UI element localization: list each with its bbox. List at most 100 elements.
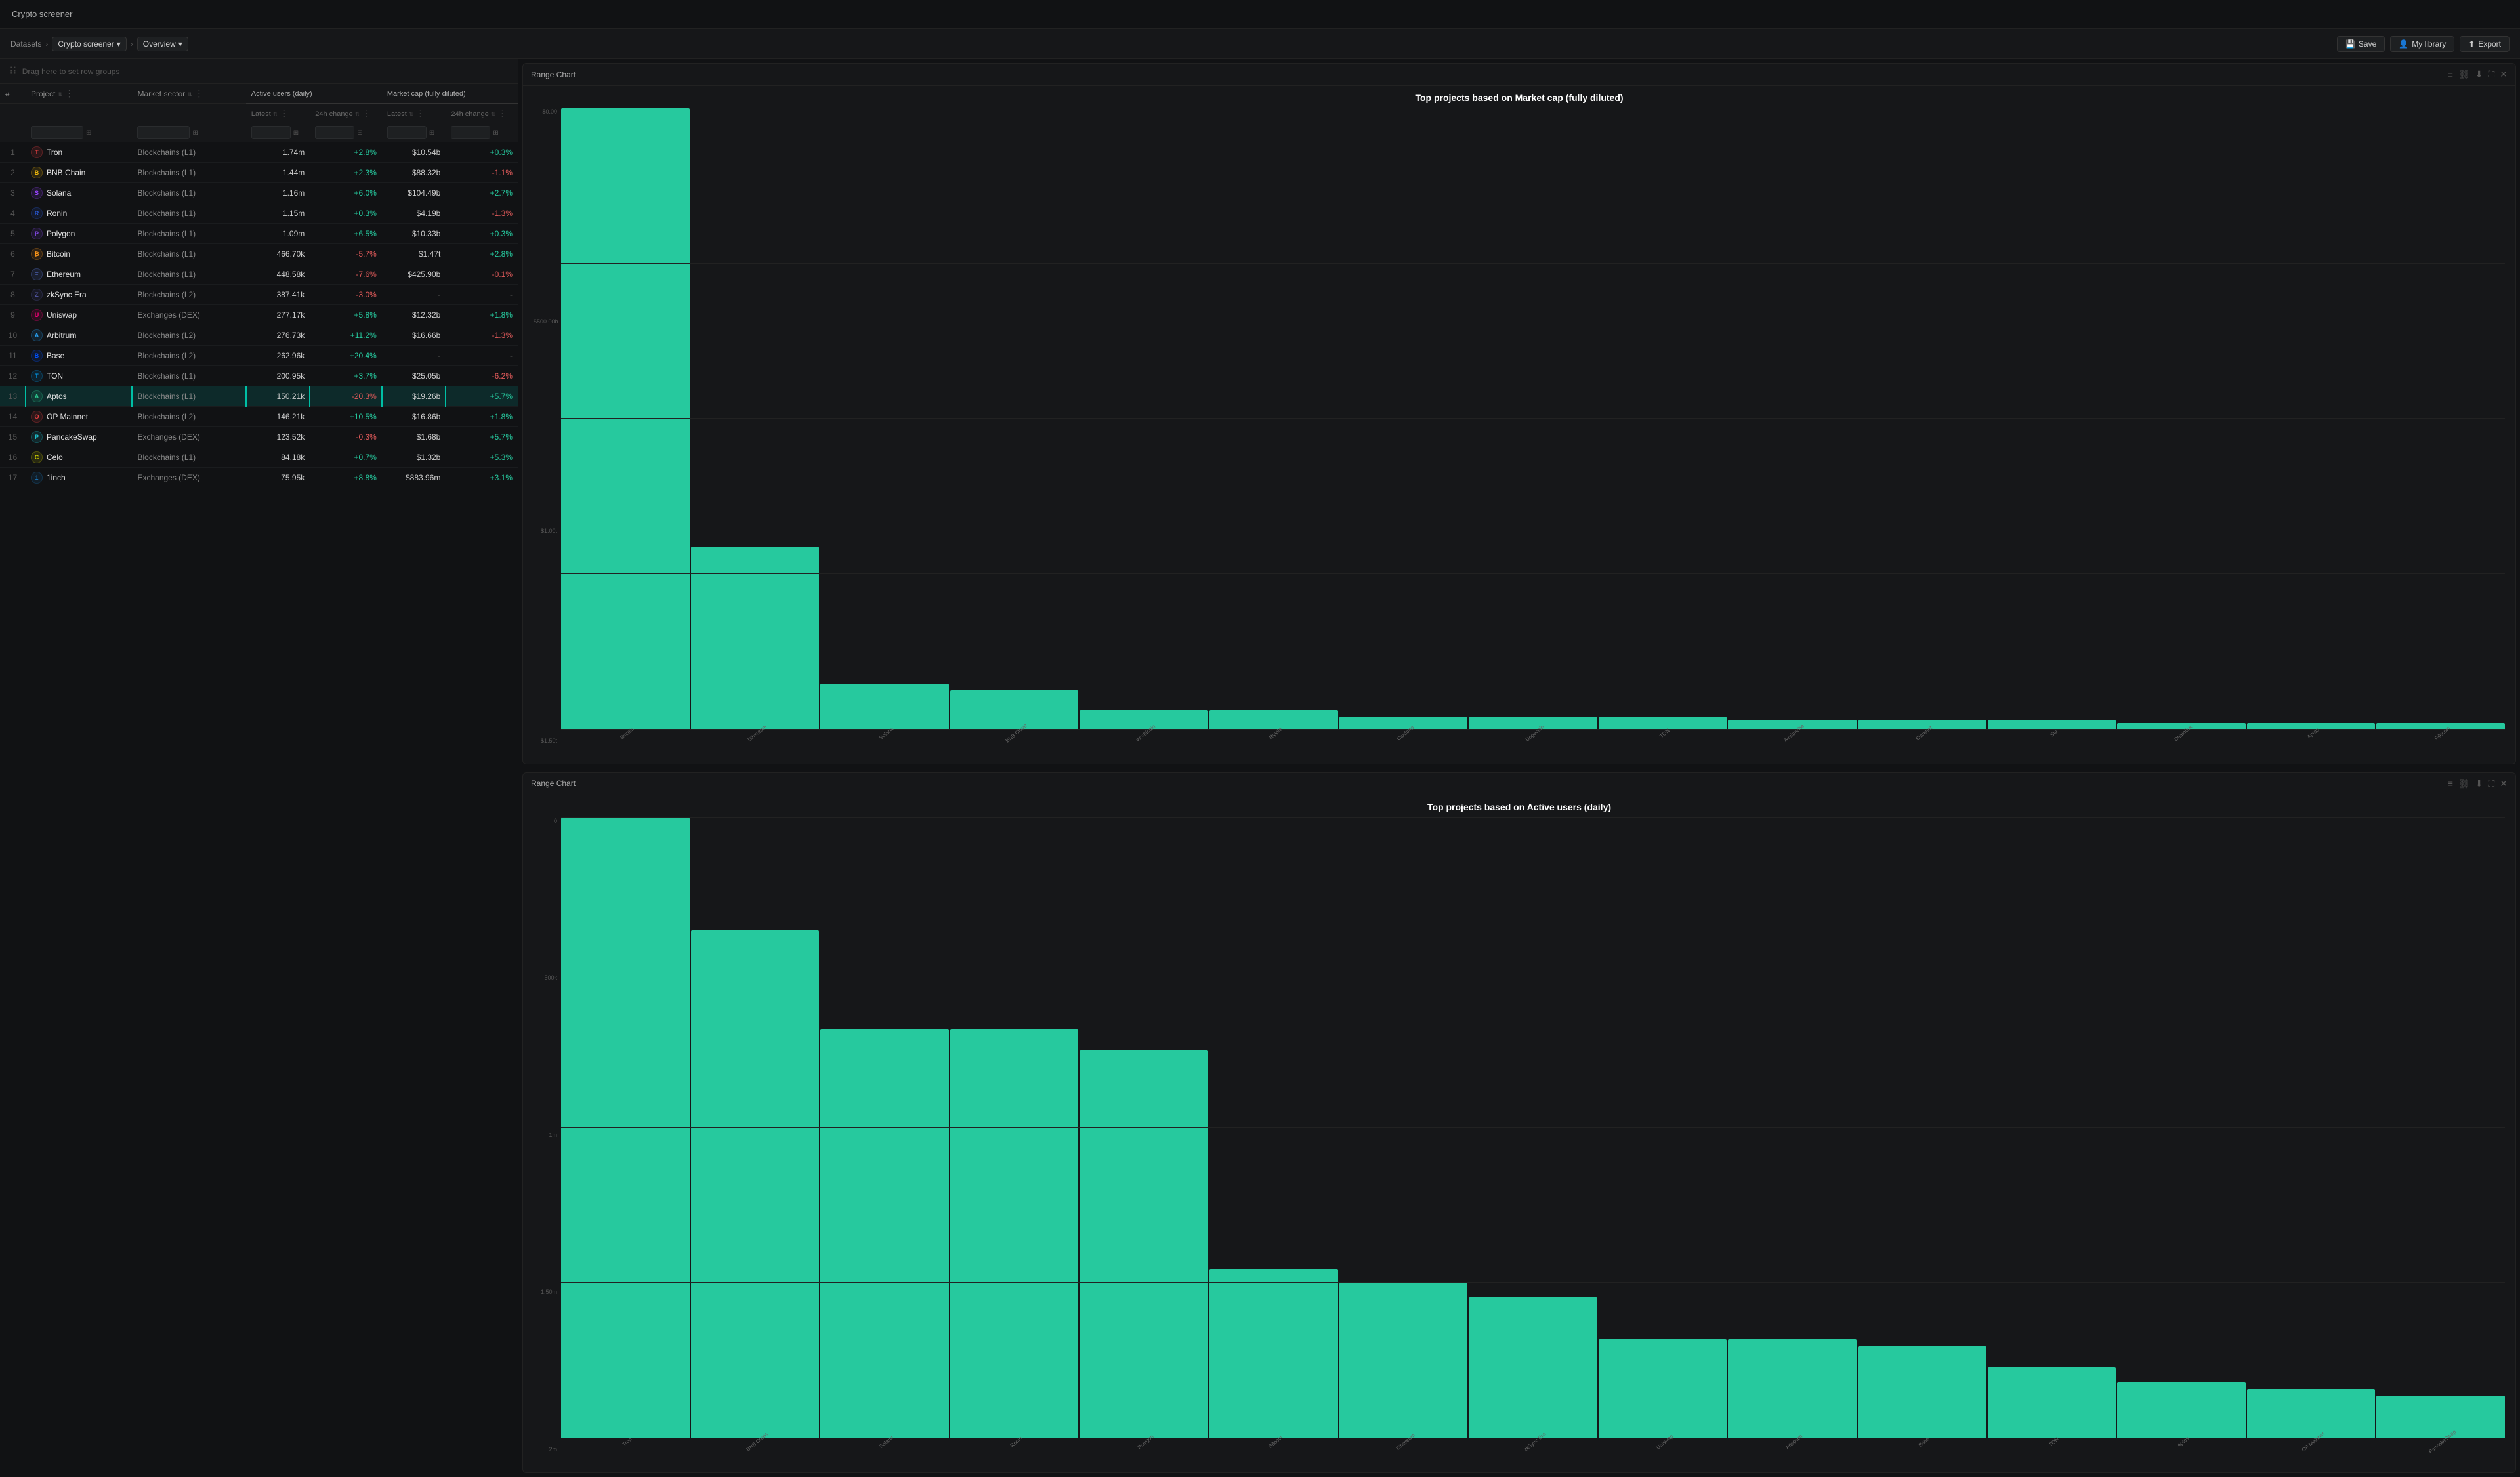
breadcrumb-datasets[interactable]: Datasets (10, 39, 41, 49)
table-row[interactable]: 13 A Aptos Blockchains (L1) 150.21k -20.… (0, 386, 518, 407)
chart-2-menu-icon[interactable]: ≡ (2448, 778, 2453, 789)
mcap-latest-filter[interactable] (387, 126, 427, 139)
row-project: P Polygon (26, 224, 132, 244)
market-cap-change-header[interactable]: 24h change ⇅ ⋮ (446, 104, 518, 123)
chart-2-expand-icon[interactable]: ⛶ (2488, 778, 2494, 789)
chart-2-link-icon[interactable]: ⛓ (2458, 778, 2470, 789)
table-section: ⠿ Drag here to set row groups # Project … (0, 59, 518, 1477)
chart-1-link-icon[interactable]: ⛓ (2458, 69, 2470, 80)
table-row[interactable]: 6 ₿ Bitcoin Blockchains (L1) 466.70k -5.… (0, 244, 518, 264)
top-actions: 💾 Save 👤 My library ⬆ Export (2337, 36, 2510, 52)
market-sector-menu-icon[interactable]: ⋮ (194, 88, 203, 98)
data-table: # Project ⇅ ⋮ Market sector ⇅ ⋮ A (0, 84, 518, 488)
row-mcap-change: +2.7% (446, 183, 518, 203)
table-row[interactable]: 14 O OP Mainnet Blockchains (L2) 146.21k… (0, 407, 518, 427)
market-sector-header[interactable]: Market sector ⇅ ⋮ (132, 84, 245, 104)
row-project: T Tron (26, 142, 132, 163)
row-mcap-change: -6.2% (446, 366, 518, 386)
project-menu-icon[interactable]: ⋮ (65, 88, 74, 98)
table-row[interactable]: 4 R Ronin Blockchains (L1) 1.15m +0.3% $… (0, 203, 518, 224)
row-users-latest: 277.17k (246, 305, 310, 325)
row-users-change: -20.3% (310, 386, 382, 407)
row-num: 17 (0, 468, 26, 488)
chart-1-download-icon[interactable]: ⬇ (2475, 69, 2483, 80)
table-row[interactable]: 7 Ξ Ethereum Blockchains (L1) 448.58k -7… (0, 264, 518, 285)
app-title-bar: Crypto screener (0, 0, 2520, 29)
main-content: ⠿ Drag here to set row groups # Project … (0, 59, 2520, 1477)
chart-1-menu-icon[interactable]: ≡ (2448, 70, 2453, 80)
row-num: 10 (0, 325, 26, 346)
project-header[interactable]: Project ⇅ ⋮ (26, 84, 132, 104)
drag-bar-text: Drag here to set row groups (22, 67, 120, 76)
active-users-change-header[interactable]: 24h change ⇅ ⋮ (310, 104, 382, 123)
table-wrapper[interactable]: # Project ⇅ ⋮ Market sector ⇅ ⋮ A (0, 84, 518, 1477)
table-row[interactable]: 15 P PancakeSwap Exchanges (DEX) 123.52k… (0, 427, 518, 447)
row-project: U Uniswap (26, 305, 132, 325)
row-project: R Ronin (26, 203, 132, 224)
breadcrumb: Datasets › Crypto screener ▾ › Overview … (10, 37, 188, 51)
mcap-latest-filter-icon[interactable]: ⊞ (429, 129, 434, 136)
chart-1-title: Range Chart (531, 70, 576, 79)
project-sort-icon: ⇅ (58, 91, 63, 98)
chart-2-title: Range Chart (531, 779, 576, 788)
row-users-latest: 146.21k (246, 407, 310, 427)
users-latest-filter-icon[interactable]: ⊞ (293, 129, 299, 136)
export-button[interactable]: ⬆ Export (2460, 36, 2510, 52)
breadcrumb-screener[interactable]: Crypto screener ▾ (52, 37, 126, 51)
table-row[interactable]: 17 1 1inch Exchanges (DEX) 75.95k +8.8% … (0, 468, 518, 488)
row-sector: Blockchains (L1) (132, 264, 245, 285)
chart-panel-2: Range Chart ≡ ⛓ ⬇ ⛶ ✕ Top projects based… (522, 772, 2516, 1474)
breadcrumb-overview[interactable]: Overview ▾ (137, 37, 188, 51)
chart-1-body: Top projects based on Market cap (fully … (523, 86, 2515, 764)
chart-2-close-icon[interactable]: ✕ (2500, 778, 2508, 789)
row-project: A Arbitrum (26, 325, 132, 346)
table-row[interactable]: 11 B Base Blockchains (L2) 262.96k +20.4… (0, 346, 518, 366)
row-project: Ξ Ethereum (26, 264, 132, 285)
table-row[interactable]: 2 B BNB Chain Blockchains (L1) 1.44m +2.… (0, 163, 518, 183)
chart-1-close-icon[interactable]: ✕ (2500, 69, 2508, 80)
project-filter-icon[interactable]: ⊞ (86, 129, 91, 136)
row-num: 8 (0, 285, 26, 305)
charts-section: Range Chart ≡ ⛓ ⬇ ⛶ ✕ Top projects based… (518, 59, 2520, 1477)
chart-1-header: Range Chart ≡ ⛓ ⬇ ⛶ ✕ (523, 64, 2515, 86)
chart-1-expand-icon[interactable]: ⛶ (2488, 69, 2494, 80)
mcap-change-filter-icon[interactable]: ⊞ (493, 129, 498, 136)
sector-filter-icon[interactable]: ⊞ (192, 129, 198, 136)
row-users-change: +2.8% (310, 142, 382, 163)
table-row[interactable]: 16 C Celo Blockchains (L1) 84.18k +0.7% … (0, 447, 518, 468)
table-row[interactable]: 1 T Tron Blockchains (L1) 1.74m +2.8% $1… (0, 142, 518, 163)
chevron-down-icon: ▾ (117, 39, 121, 49)
row-users-change: -0.3% (310, 427, 382, 447)
table-row[interactable]: 12 T TON Blockchains (L1) 200.95k +3.7% … (0, 366, 518, 386)
chart-2-download-icon[interactable]: ⬇ (2475, 778, 2483, 789)
mcap-change-filter[interactable] (451, 126, 490, 139)
table-row[interactable]: 8 Z zkSync Era Blockchains (L2) 387.41k … (0, 285, 518, 305)
row-num: 6 (0, 244, 26, 264)
row-sector: Exchanges (DEX) (132, 468, 245, 488)
row-project: Z zkSync Era (26, 285, 132, 305)
market-cap-latest-header[interactable]: Latest ⇅ ⋮ (382, 104, 446, 123)
row-users-change: +5.8% (310, 305, 382, 325)
users-latest-filter[interactable] (251, 126, 291, 139)
subheader-row: Latest ⇅ ⋮ 24h change ⇅ ⋮ Latest ⇅ (0, 104, 518, 123)
row-users-latest: 150.21k (246, 386, 310, 407)
table-row[interactable]: 3 S Solana Blockchains (L1) 1.16m +6.0% … (0, 183, 518, 203)
my-library-button[interactable]: 👤 My library (2390, 36, 2454, 52)
table-row[interactable]: 9 U Uniswap Exchanges (DEX) 277.17k +5.8… (0, 305, 518, 325)
row-users-change: +6.5% (310, 224, 382, 244)
active-users-latest-header[interactable]: Latest ⇅ ⋮ (246, 104, 310, 123)
project-filter-input[interactable] (31, 126, 83, 139)
row-sector: Exchanges (DEX) (132, 305, 245, 325)
row-num: 11 (0, 346, 26, 366)
row-mcap-change: +5.7% (446, 427, 518, 447)
sector-filter-input[interactable] (137, 126, 190, 139)
table-row[interactable]: 5 P Polygon Blockchains (L1) 1.09m +6.5%… (0, 224, 518, 244)
row-users-change: +8.8% (310, 468, 382, 488)
users-change-filter-icon[interactable]: ⊞ (357, 129, 362, 136)
row-users-latest: 1.15m (246, 203, 310, 224)
table-row[interactable]: 10 A Arbitrum Blockchains (L2) 276.73k +… (0, 325, 518, 346)
users-change-filter[interactable] (315, 126, 354, 139)
chart-2-bars-area: TronBNB ChainSolanaRoninPolygonBitcoinEt… (561, 818, 2505, 1467)
save-button[interactable]: 💾 Save (2337, 36, 2385, 52)
row-users-change: +3.7% (310, 366, 382, 386)
